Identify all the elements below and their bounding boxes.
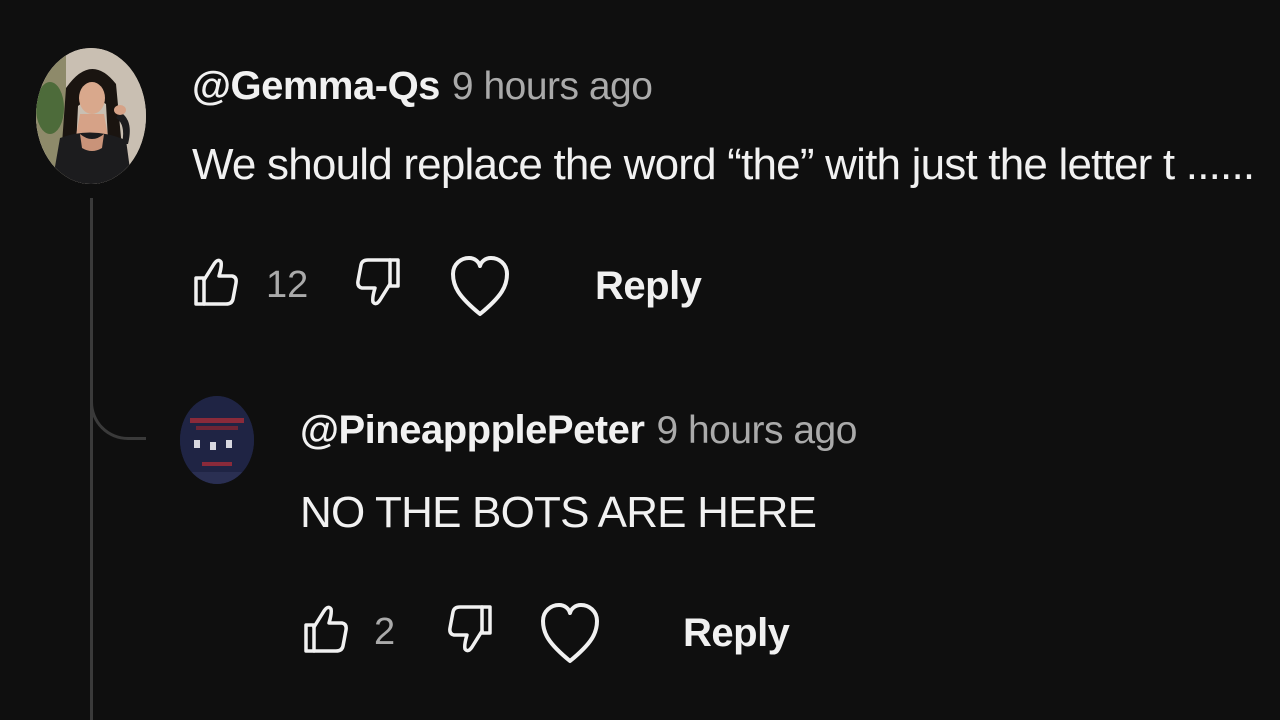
comment-header: @Gemma-Qs 9 hours ago — [192, 64, 653, 109]
like-button[interactable] — [302, 601, 350, 662]
like-button[interactable] — [192, 254, 240, 315]
avatar[interactable] — [180, 396, 254, 484]
thumbs-up-icon — [304, 605, 348, 653]
author-name[interactable]: @PineappplePeter — [300, 408, 645, 452]
comment-header: @PineappplePeter 9 hours ago — [300, 408, 857, 453]
dislike-button[interactable] — [446, 601, 494, 662]
heart-button[interactable] — [540, 601, 600, 672]
avatar[interactable] — [36, 48, 146, 184]
avatar-image — [180, 396, 254, 484]
heart-icon — [451, 256, 509, 316]
thumbs-down-icon — [356, 258, 400, 306]
timestamp[interactable]: 9 hours ago — [656, 409, 857, 452]
comments-section: @Gemma-Qs 9 hours ago We should replace t… — [0, 0, 1280, 720]
reply-button[interactable]: Reply — [595, 264, 702, 309]
comment-text: We should replace the word “the” with ju… — [192, 140, 1255, 189]
timestamp[interactable]: 9 hours ago — [452, 65, 653, 108]
thumbs-up-icon — [194, 258, 238, 306]
reply-connector — [90, 392, 146, 440]
reply-button[interactable]: Reply — [683, 611, 790, 656]
dislike-button[interactable] — [354, 254, 402, 315]
author-name[interactable]: @Gemma-Qs — [192, 64, 440, 108]
comment-text: NO THE BOTS ARE HERE — [300, 488, 817, 537]
avatar-image — [36, 48, 146, 184]
heart-icon — [541, 603, 599, 663]
thumbs-down-icon — [448, 605, 492, 653]
like-count: 12 — [266, 264, 309, 306]
thread-line — [90, 198, 93, 720]
heart-button[interactable] — [450, 254, 510, 325]
like-count: 2 — [374, 611, 396, 653]
